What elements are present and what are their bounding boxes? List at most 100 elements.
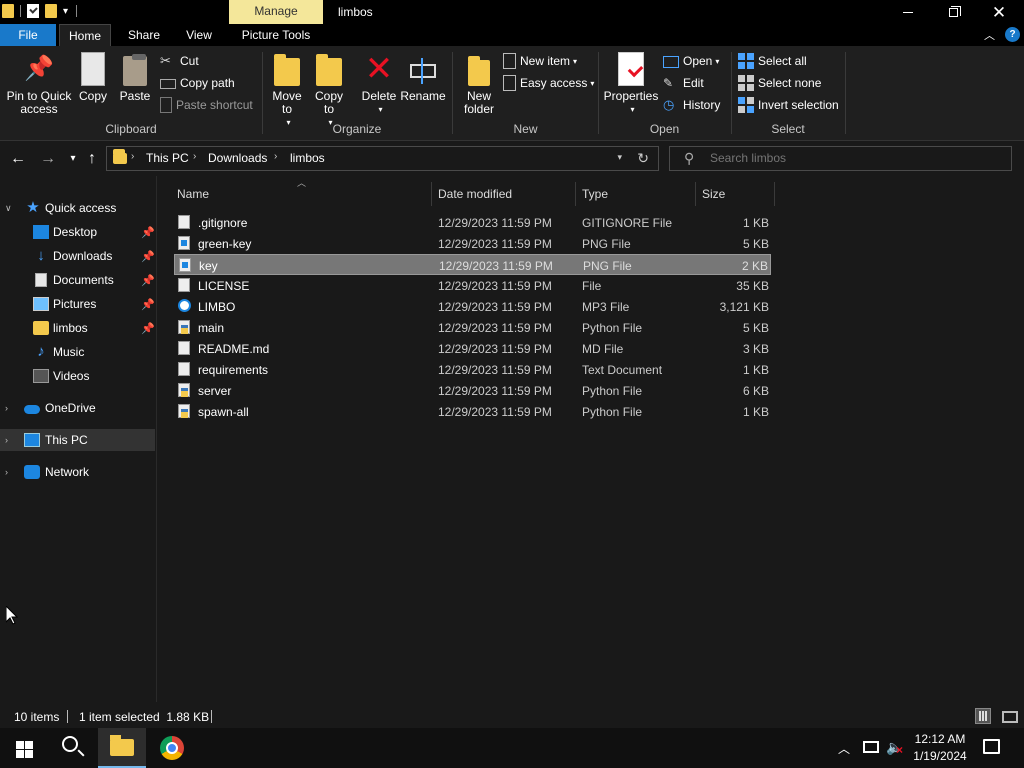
table-row[interactable]: LIMBO 12/29/2023 11:59 PM MP3 File 3,121 KB [174,296,771,317]
notifications-icon[interactable] [983,739,1000,754]
breadcrumb-downloads[interactable]: Downloads [208,151,267,165]
table-row[interactable]: README.md 12/29/2023 11:59 PM MD File 3 KB [174,338,771,359]
table-row[interactable]: main 12/29/2023 11:59 PM Python File 5 KB [174,317,771,338]
pin-icon[interactable]: 📌 [141,322,155,335]
delete-button[interactable]: ✕ Delete ▾ [359,52,399,116]
customize-quick-access-icon[interactable]: ▾ [63,6,68,17]
new-folder-quick-icon[interactable] [45,4,57,18]
pin-icon[interactable]: 📌 [141,250,155,263]
copy-to-button[interactable]: Copy to ▾ [311,52,347,129]
video-icon [33,369,49,383]
table-row[interactable]: spawn-all 12/29/2023 11:59 PM Python File 1… [174,401,771,422]
show-hidden-icons-icon[interactable]: ︿ [838,740,850,757]
file-name: key [199,259,218,273]
help-icon[interactable]: ? [1005,27,1020,42]
paste-button[interactable]: Paste [118,52,152,103]
copy-path-label: Copy path [180,76,235,90]
pin-icon[interactable]: 📌 [141,298,155,311]
history-button[interactable]: ◷ History [663,95,720,115]
column-divider[interactable] [575,182,576,206]
taskbar-search-button[interactable] [48,728,96,768]
invert-selection-button[interactable]: Invert selection [738,95,839,115]
clock-date[interactable]: 1/19/2024 [906,749,974,763]
details-view-icon[interactable] [975,708,991,724]
address-bar[interactable]: › This PC › Downloads › limbos ▾ ↻ [106,146,659,171]
properties-quick-icon[interactable] [27,4,39,18]
copy-button[interactable]: Copy [76,52,110,103]
nav-onedrive[interactable]: › OneDrive [0,397,155,419]
open-button[interactable]: Open ▾ [663,51,719,71]
nav-limbos[interactable]: limbos 📌 [0,317,155,339]
forward-button[interactable]: → [39,150,57,168]
rename-button[interactable]: Rename [400,52,446,103]
chevron-right-icon: › [274,151,278,162]
table-row[interactable]: server 12/29/2023 11:59 PM Python File 6 KB [174,380,771,401]
file-type: MD File [582,342,624,356]
search-input[interactable] [710,151,1000,165]
easy-access-button[interactable]: Easy access ▾ [503,73,594,93]
minimize-button[interactable] [885,0,931,24]
column-type[interactable]: Type [582,187,608,201]
search-box[interactable]: ⚲ [669,146,1012,171]
column-divider[interactable] [695,182,696,206]
nav-network[interactable]: › Network [0,461,155,483]
pin-to-quick-access-button[interactable]: 📌 Pin to Quick access [6,52,72,116]
address-dropdown-icon[interactable]: ▾ [617,152,622,163]
large-icons-view-icon[interactable] [1001,708,1018,724]
breadcrumb-limbos[interactable]: limbos [290,151,325,165]
copy-path-button[interactable]: Copy path [160,73,235,93]
new-item-button[interactable]: New item ▾ [503,51,577,71]
select-all-button[interactable]: Select all [738,51,807,71]
nav-desktop[interactable]: Desktop 📌 [0,221,155,243]
column-name[interactable]: Name [177,187,209,201]
properties-button[interactable]: Properties ▾ [603,52,659,116]
edit-button[interactable]: ✎ Edit [663,73,704,93]
manage-tab[interactable]: Manage [229,0,323,24]
network-status-icon[interactable] [863,741,879,753]
nav-documents[interactable]: Documents 📌 [0,269,155,291]
tab-file[interactable]: File [0,24,56,46]
tab-share[interactable]: Share [116,24,172,46]
table-row[interactable]: green-key 12/29/2023 11:59 PM PNG File 5 KB [174,233,771,254]
tab-picture-tools[interactable]: Picture Tools [229,24,323,46]
nav-quick-access[interactable]: ∨ ★ Quick access [0,197,155,219]
column-divider[interactable] [431,182,432,206]
nav-downloads[interactable]: ↓ Downloads 📌 [0,245,155,267]
table-row[interactable]: requirements 12/29/2023 11:59 PM Text Docu… [174,359,771,380]
maximize-button[interactable] [930,0,976,24]
music-note-icon: ♪ [37,343,45,360]
nav-videos[interactable]: Videos [0,365,155,387]
volume-muted-icon[interactable]: 🔈 [886,739,903,757]
tab-home[interactable]: Home [59,24,111,46]
select-none-button[interactable]: Select none [738,73,821,93]
file-date-modified: 12/29/2023 11:59 PM [438,384,552,398]
back-button[interactable]: ← [9,150,27,168]
nav-pictures[interactable]: Pictures 📌 [0,293,155,315]
table-row[interactable]: key 12/29/2023 11:59 PM PNG File 2 KB [174,254,771,275]
table-row[interactable]: LICENSE 12/29/2023 11:59 PM File 35 KB [174,275,771,296]
breadcrumb-this-pc[interactable]: This PC [146,151,189,165]
column-divider[interactable] [774,182,775,206]
nav-music[interactable]: ♪ Music [0,341,155,363]
start-button[interactable] [0,728,48,768]
pin-icon[interactable]: 📌 [141,226,155,239]
collapse-ribbon-icon[interactable]: ︿ [984,27,998,42]
file-size: 1 KB [742,216,769,230]
nav-this-pc[interactable]: › This PC [0,429,155,451]
tab-view[interactable]: View [176,24,222,46]
close-button[interactable]: ✕ [976,0,1022,24]
column-size[interactable]: Size [702,187,725,201]
file-explorer-taskbar-button[interactable] [98,728,146,768]
pin-icon[interactable]: 📌 [141,274,155,287]
cut-button[interactable]: ✂ Cut [160,51,199,71]
up-button[interactable]: ↑ [83,150,101,168]
recent-locations-button[interactable]: ▾ [64,150,82,168]
clock-time[interactable]: 12:12 AM [906,732,974,746]
new-folder-button[interactable]: New folder [459,52,499,116]
paste-shortcut-button[interactable]: Paste shortcut [160,95,253,115]
table-row[interactable]: .gitignore 12/29/2023 11:59 PM GITIGNORE F… [174,212,771,233]
column-date-modified[interactable]: Date modified [438,187,512,201]
refresh-icon[interactable]: ↻ [637,150,649,167]
chrome-taskbar-button[interactable] [148,728,196,768]
move-to-button[interactable]: Move to ▾ [269,52,305,129]
